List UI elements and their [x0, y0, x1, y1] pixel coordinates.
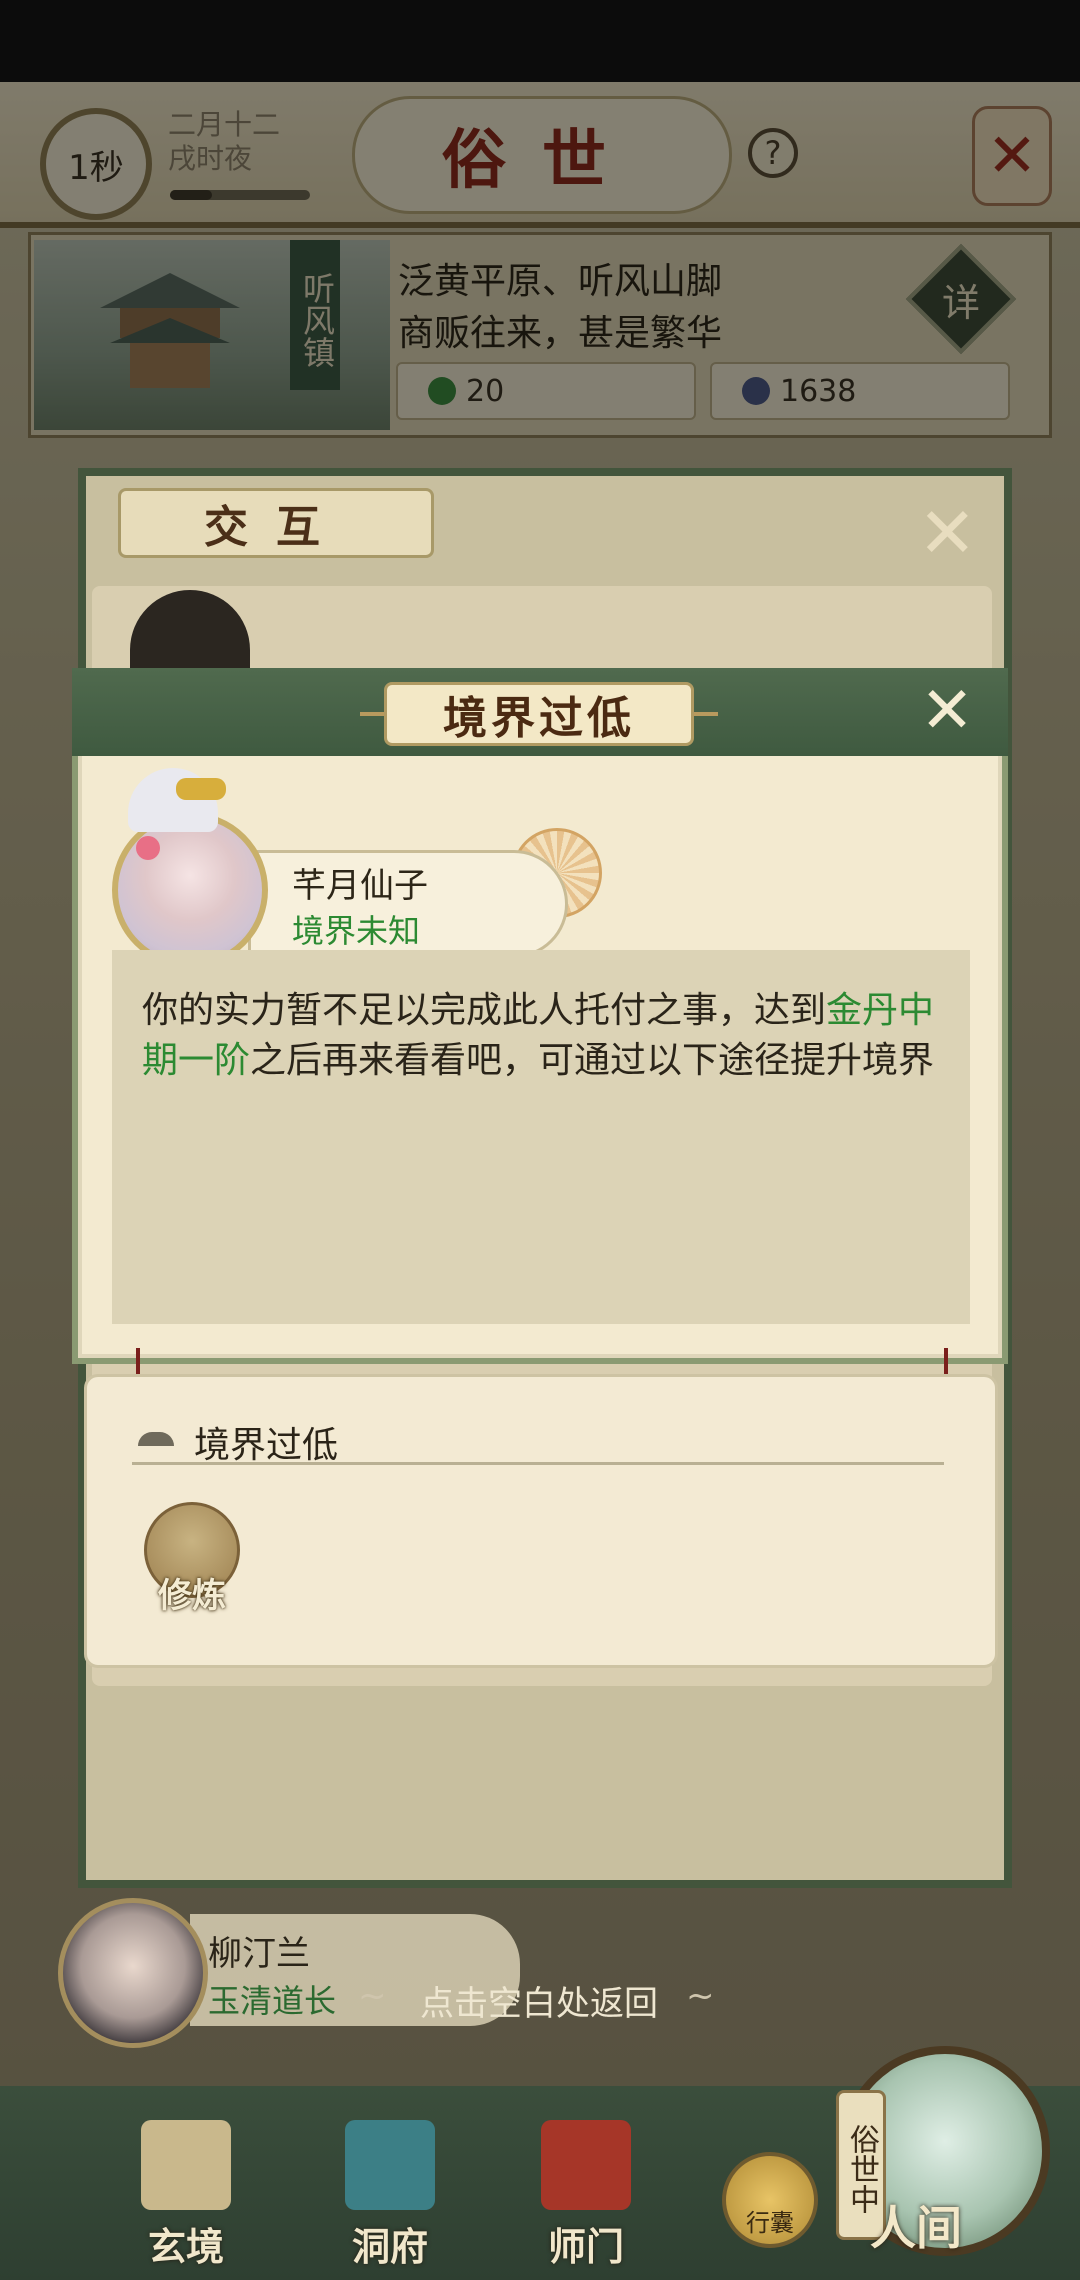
modal-title: 境界过低: [384, 682, 694, 746]
bottom-npc-name: 柳汀兰: [208, 1934, 310, 1974]
message-part-1: 你的实力暂不足以完成此人托付之事，达到: [142, 990, 827, 1031]
hair-ornament-icon: [176, 778, 226, 800]
hint-ornament-left: ~: [358, 1976, 387, 2016]
npc-name: 芊月仙子: [292, 866, 428, 906]
scroll-icon: [141, 2120, 231, 2210]
return-hint[interactable]: 点击空白处返回: [420, 1976, 658, 2025]
bottom-npc-title: 玉清道长: [208, 1982, 337, 2020]
npc-avatar: [112, 812, 268, 968]
cultivate-label[interactable]: 修炼: [144, 1568, 240, 1617]
flower-icon: [136, 836, 160, 860]
header-ornament-left: [360, 712, 384, 716]
header-ornament-right: [694, 712, 718, 716]
npc-realm: 境界未知: [292, 912, 421, 950]
world-label[interactable]: 人间: [870, 2192, 962, 2258]
message-part-2: 之后再来看看吧，可通过以下途径提升境界: [250, 1040, 935, 1081]
nav-xuanjing-label: 玄境: [147, 2224, 224, 2269]
message-text: 你的实力暂不足以完成此人托付之事，达到金丹中期一阶之后再来看看吧，可通过以下途径…: [142, 986, 942, 1086]
pagoda-icon: [345, 2120, 435, 2210]
routes-divider: [132, 1462, 944, 1465]
nav-shimen-label: 师门: [547, 2224, 624, 2269]
bag-button[interactable]: 行囊: [722, 2152, 818, 2248]
nav-dongfu-label: 洞府: [351, 2224, 428, 2269]
nav-shimen[interactable]: 师门: [516, 2120, 656, 2270]
bottom-npc-avatar: [58, 1898, 208, 2048]
hint-ornament-right: ~: [686, 1976, 715, 2016]
nav-dongfu[interactable]: 洞府: [320, 2120, 460, 2270]
interaction-title: 交互: [118, 488, 434, 558]
nav-xuanjing[interactable]: 玄境: [116, 2120, 256, 2270]
hat-icon: [138, 1432, 174, 1446]
banner-icon: [541, 2120, 631, 2210]
modal-close-icon[interactable]: ✕: [912, 674, 982, 748]
routes-header: 境界过低: [194, 1425, 339, 1466]
interaction-close-icon[interactable]: ✕: [918, 492, 977, 574]
